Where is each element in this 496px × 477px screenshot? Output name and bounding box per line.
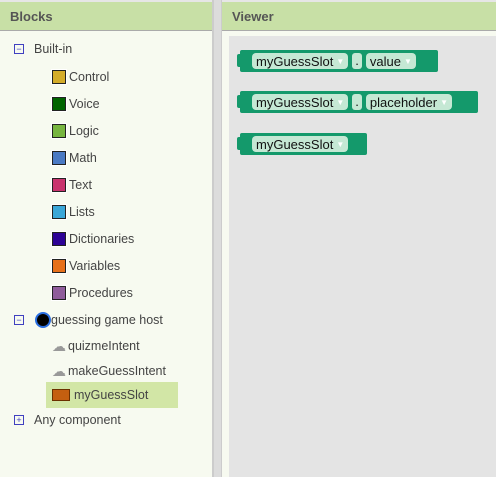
property-dropdown[interactable]: placeholder ▼ — [365, 94, 452, 110]
expand-icon[interactable]: + — [14, 415, 24, 425]
color-swatch-icon — [51, 258, 67, 274]
component-dropdown[interactable]: myGuessSlot ▼ — [252, 136, 349, 152]
tree-label: Logic — [69, 124, 99, 138]
color-swatch-icon — [51, 177, 67, 193]
tree-item-lists[interactable]: Lists — [51, 202, 95, 222]
device-icon — [35, 312, 51, 328]
blocks-panel: Blocks − Built-in Control Voice Logic Math T… — [0, 0, 213, 477]
collapse-icon[interactable]: − — [14, 44, 24, 54]
component-block[interactable]: myGuessSlot ▼ — [237, 133, 367, 155]
viewer-panel: Viewer myGuessSlot ▼ . value ▼ myGuessSlot… — [222, 0, 496, 477]
tree-item-voice[interactable]: Voice — [51, 94, 100, 114]
tree-label: Voice — [69, 97, 100, 111]
viewer-header: Viewer — [222, 0, 496, 31]
component-dropdown[interactable]: myGuessSlot ▼ — [252, 94, 349, 110]
tree-item-text[interactable]: Text — [51, 175, 92, 195]
tree-label: guessing game host — [51, 313, 163, 327]
cloud-icon: ☁ — [52, 362, 66, 379]
tree-label: Math — [69, 151, 97, 165]
tree-builtin[interactable]: − Built-in — [0, 39, 72, 59]
tree-guessing-game-host[interactable]: − guessing game host — [0, 310, 163, 330]
cloud-icon: ☁ — [52, 337, 66, 354]
getter-block-value[interactable]: myGuessSlot ▼ . value ▼ — [237, 50, 438, 72]
tree-item-logic[interactable]: Logic — [51, 121, 99, 141]
tree-item-math[interactable]: Math — [51, 148, 97, 168]
tree-item-makeguessintent[interactable]: ☁ makeGuessIntent — [52, 361, 166, 381]
tree-label: Text — [69, 178, 92, 192]
tree-item-dictionaries[interactable]: Dictionaries — [51, 229, 135, 249]
tree-label: Any component — [34, 413, 121, 427]
tree-label: Dictionaries — [69, 232, 135, 246]
tree-label: Built-in — [34, 42, 73, 56]
color-swatch-icon — [51, 285, 67, 301]
color-swatch-icon — [51, 123, 67, 139]
tree-item-myguessslot[interactable]: myGuessSlot — [46, 382, 178, 408]
chevron-down-icon: ▼ — [440, 97, 448, 107]
component-dropdown[interactable]: myGuessSlot ▼ — [252, 53, 349, 69]
dot-separator: . — [352, 53, 362, 69]
tree-label: Lists — [69, 205, 95, 219]
property-dropdown[interactable]: value ▼ — [365, 53, 416, 69]
color-swatch-icon — [51, 231, 67, 247]
tree-item-quizmeintent[interactable]: ☁ quizmeIntent — [52, 336, 140, 356]
dot-separator: . — [352, 94, 362, 110]
panel-splitter[interactable] — [213, 0, 222, 477]
blocks-header: Blocks — [0, 0, 212, 31]
tree-label: makeGuessIntent — [68, 364, 166, 378]
color-swatch-icon — [51, 150, 67, 166]
chevron-down-icon: ▼ — [336, 97, 345, 107]
tree-label: quizmeIntent — [68, 339, 140, 353]
chevron-down-icon: ▼ — [403, 56, 412, 66]
tree-label: myGuessSlot — [74, 388, 149, 402]
chevron-down-icon: ▼ — [336, 139, 345, 149]
tree-any-component[interactable]: + Any component — [0, 410, 121, 430]
color-swatch-icon — [51, 96, 67, 112]
color-swatch-icon — [51, 204, 67, 220]
getter-block-placeholder[interactable]: myGuessSlot ▼ . placeholder ▼ — [237, 91, 478, 113]
tree-label: Procedures — [69, 286, 133, 300]
tree-item-variables[interactable]: Variables — [51, 256, 121, 276]
chevron-down-icon: ▼ — [336, 56, 345, 66]
tree-label: Control — [69, 70, 110, 84]
color-swatch-icon — [51, 69, 67, 85]
tree-item-procedures[interactable]: Procedures — [51, 283, 133, 303]
collapse-icon[interactable]: − — [14, 315, 24, 325]
workspace[interactable]: myGuessSlot ▼ . value ▼ myGuessSlot ▼ . pla… — [229, 36, 496, 477]
box-icon — [52, 389, 70, 401]
tree-label: Variables — [69, 259, 121, 273]
tree-item-control[interactable]: Control — [51, 67, 110, 87]
